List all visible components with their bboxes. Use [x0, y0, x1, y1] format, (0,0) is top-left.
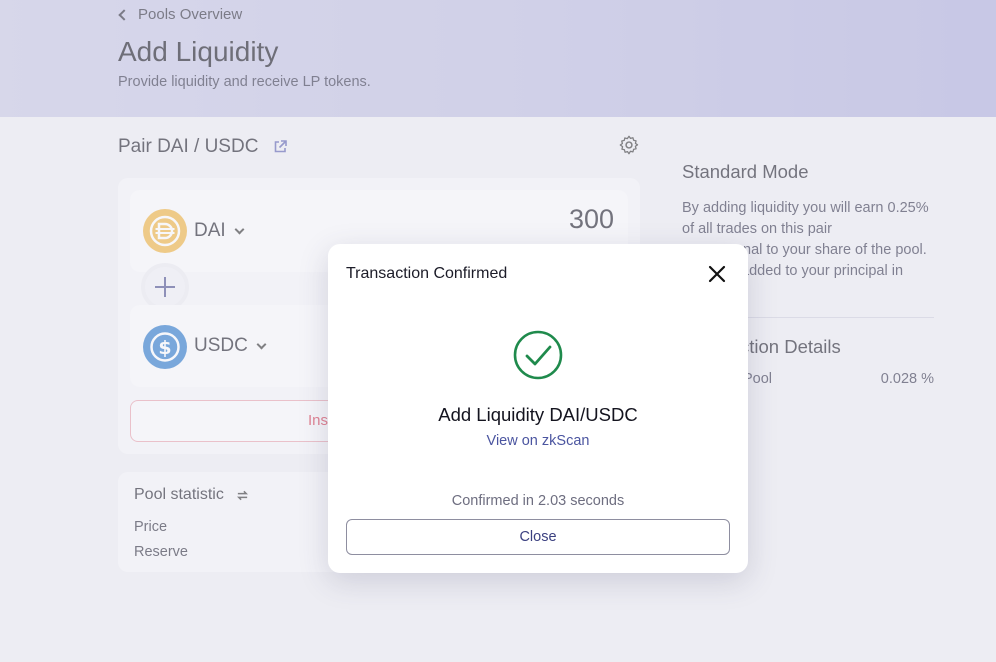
check-circle-icon	[513, 330, 563, 380]
transaction-confirmed-modal: Transaction Confirmed Add Liquidity DAI/…	[328, 244, 748, 573]
modal-title: Transaction Confirmed	[346, 265, 508, 282]
modal-headline: Add Liquidity DAI/USDC	[438, 404, 638, 425]
close-icon[interactable]	[707, 264, 727, 284]
close-button[interactable]: Close	[346, 519, 730, 555]
confirmation-time: Confirmed in 2.03 seconds	[451, 493, 625, 509]
view-on-zkscan-link[interactable]: View on zkScan	[328, 433, 748, 449]
